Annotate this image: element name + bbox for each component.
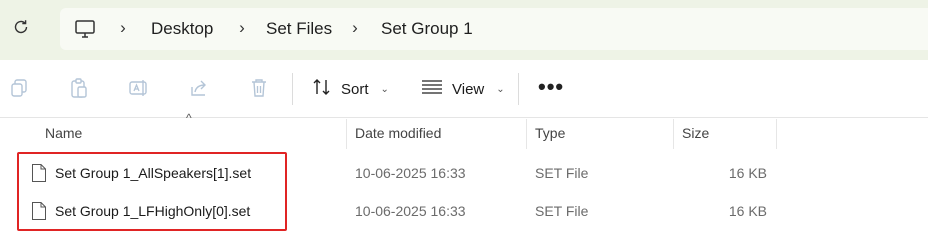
chevron-down-icon: ⌄ [380, 83, 389, 95]
chevron-right-icon[interactable]: › [235, 18, 249, 37]
delete-icon[interactable] [248, 77, 270, 99]
column-divider[interactable] [776, 119, 777, 149]
file-icon [31, 201, 47, 221]
column-divider[interactable] [526, 119, 527, 149]
column-name[interactable]: Name [45, 125, 82, 141]
rename-icon[interactable] [128, 77, 150, 99]
column-date-modified[interactable]: Date modified [355, 125, 441, 141]
file-row[interactable]: Set Group 1_LFHighOnly[0].set 10-06-2025… [0, 193, 928, 231]
column-divider[interactable] [346, 119, 347, 149]
column-header-row: ^ Name Date modified Type Size [0, 111, 928, 149]
copy-icon[interactable] [8, 77, 30, 99]
file-icon [31, 163, 47, 183]
chevron-right-icon[interactable]: › [348, 18, 362, 37]
column-size[interactable]: Size [682, 125, 709, 141]
more-options-button[interactable]: ••• [538, 76, 564, 98]
paste-icon[interactable] [68, 77, 90, 99]
sort-ascending-icon: ^ [186, 111, 192, 125]
breadcrumb-desktop[interactable]: Desktop [151, 19, 213, 39]
view-button[interactable]: View ⌄ [421, 76, 505, 102]
toolbar-separator [518, 73, 519, 105]
view-list-icon [421, 79, 443, 99]
breadcrumb-set-files[interactable]: Set Files [266, 19, 332, 39]
sort-button[interactable]: Sort ⌄ [312, 76, 389, 102]
file-date-modified: 10-06-2025 16:33 [355, 165, 466, 181]
file-size: 16 KB [728, 203, 767, 219]
share-icon[interactable] [188, 77, 210, 99]
column-type[interactable]: Type [535, 125, 565, 141]
computer-icon[interactable] [74, 18, 98, 40]
refresh-icon[interactable] [10, 16, 32, 38]
breadcrumb-set-group-1[interactable]: Set Group 1 [381, 19, 473, 39]
file-name: Set Group 1_LFHighOnly[0].set [55, 203, 251, 219]
address-bar[interactable]: › Desktop › Set Files › Set Group 1 [60, 8, 928, 50]
file-type: SET File [535, 203, 589, 219]
file-row[interactable]: Set Group 1_AllSpeakers[1].set 10-06-202… [0, 155, 928, 193]
column-divider[interactable] [673, 119, 674, 149]
file-date-modified: 10-06-2025 16:33 [355, 203, 466, 219]
chevron-down-icon: ⌄ [496, 83, 505, 95]
toolbar-separator [292, 73, 293, 105]
sort-label: Sort [341, 80, 369, 98]
address-bar-area: › Desktop › Set Files › Set Group 1 [0, 0, 928, 60]
file-type: SET File [535, 165, 589, 181]
view-label: View [452, 80, 485, 98]
command-bar: Sort ⌄ View ⌄ ••• [0, 60, 928, 118]
chevron-right-icon[interactable]: › [116, 18, 130, 37]
sort-icon [312, 78, 332, 100]
file-name: Set Group 1_AllSpeakers[1].set [55, 165, 252, 181]
file-size: 16 KB [728, 165, 767, 181]
